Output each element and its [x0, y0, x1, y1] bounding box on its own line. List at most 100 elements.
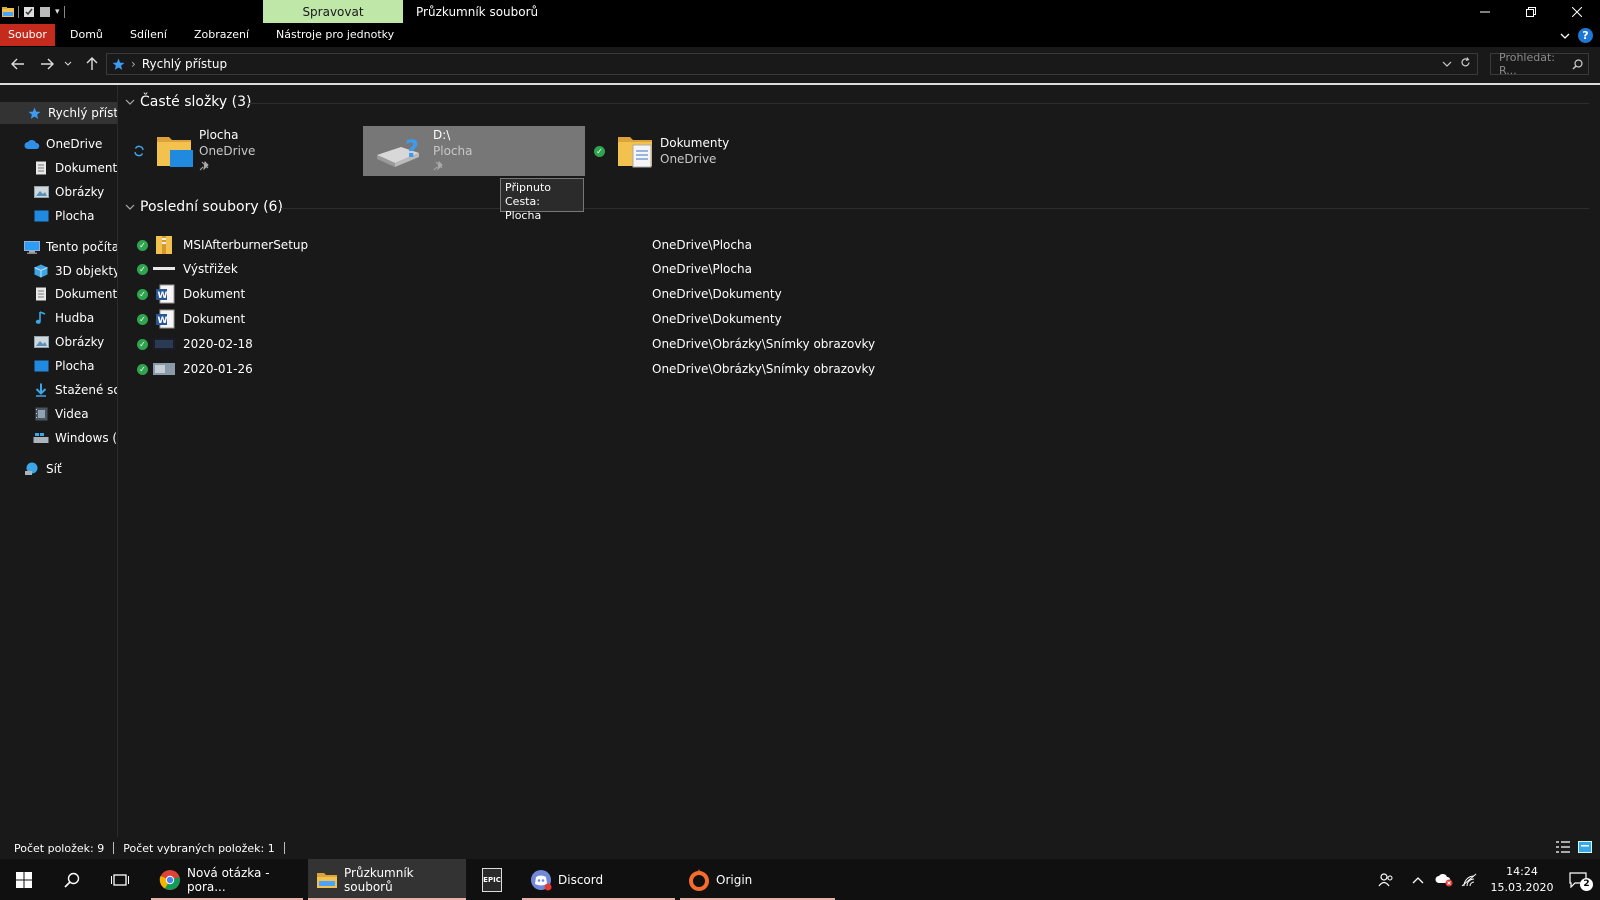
image-icon [153, 337, 175, 351]
nav-videos[interactable]: Videa [0, 403, 89, 425]
quick-access-toolbar: ▾ [0, 0, 65, 24]
breadcrumb-quick-access[interactable]: Rychlý přístup [142, 57, 227, 71]
nav-network[interactable]: Síť [0, 458, 62, 480]
nav-music[interactable]: Hudba [0, 307, 94, 329]
music-icon [33, 310, 49, 326]
search-placeholder: Prohledat: R... [1499, 51, 1555, 77]
pin-icon [433, 159, 472, 175]
recent-file-row[interactable]: ✓ W Dokument OneDrive\Dokumenty [133, 307, 1033, 331]
pin-icon [199, 159, 255, 175]
recent-file-row[interactable]: ✓ 2020-01-26 OneDrive\Obrázky\Snímky obr… [133, 357, 1033, 381]
new-folder-icon[interactable] [39, 6, 51, 18]
nav-windows-drive[interactable]: Windows (C:) [0, 427, 117, 449]
qat-separator [63, 6, 65, 18]
taskbar-app-label: Discord [558, 872, 604, 887]
properties-icon[interactable] [23, 6, 35, 18]
synced-check-icon: ✓ [137, 313, 148, 325]
help-button[interactable]: ? [1578, 24, 1593, 47]
nav-onedrive-documents[interactable]: Dokumenty [0, 157, 118, 179]
tile-subtitle: Plocha [433, 144, 473, 158]
refresh-button[interactable] [1460, 57, 1471, 71]
group-recent-files[interactable]: Poslední soubory (6) [125, 199, 283, 215]
recent-file-row[interactable]: ✓ W Dokument OneDrive\Dokumenty [133, 282, 1033, 306]
nav-onedrive[interactable]: OneDrive [0, 133, 102, 155]
wifi-icon [1461, 873, 1477, 886]
taskbar-app-origin[interactable]: Origin [680, 859, 835, 900]
star-icon [26, 105, 42, 121]
nav-pictures[interactable]: Obrázky [0, 331, 104, 353]
show-hidden-icons-button[interactable] [1408, 859, 1428, 900]
group-frequent-folders[interactable]: Časté složky (3) [125, 94, 251, 110]
forward-button[interactable] [37, 54, 57, 74]
tab-view[interactable]: Zobrazení [186, 24, 257, 46]
nav-3d-objects[interactable]: 3D objekty [0, 260, 118, 282]
taskbar-app-label: Nová otázka - pora... [187, 865, 270, 894]
document-icon [33, 160, 49, 176]
nav-this-pc[interactable]: Tento počítač [0, 236, 117, 258]
search-button[interactable] [48, 859, 96, 900]
minimize-button[interactable] [1462, 0, 1508, 24]
file-list-view[interactable]: Časté složky (3) Plocha OneDrive ? D:\ P… [119, 85, 1600, 837]
recent-file-row[interactable]: ✓ 2020-02-18 OneDrive\Obrázky\Snímky obr… [133, 332, 1033, 356]
tile-subtitle: OneDrive [660, 152, 717, 166]
tiles-view-button[interactable] [1578, 840, 1592, 856]
word-icon: W [155, 284, 175, 304]
nav-onedrive-pictures[interactable]: Obrázky [0, 181, 104, 203]
nav-label: OneDrive [46, 137, 103, 151]
cloud-icon [24, 136, 40, 152]
recent-file-row[interactable]: ✓ Výstřižek OneDrive\Plocha [133, 257, 1033, 281]
restore-button[interactable] [1508, 0, 1554, 24]
taskbar-app-discord[interactable]: Discord [522, 859, 675, 900]
search-input[interactable]: Prohledat: R... [1490, 51, 1589, 77]
nav-documents[interactable]: Dokumenty [0, 283, 117, 305]
windows-logo-icon [16, 871, 32, 888]
taskbar-app-chrome[interactable]: Nová otázka - pora... [151, 859, 303, 900]
tab-drive-tools[interactable]: Nástroje pro jednotky [268, 24, 402, 46]
tab-home[interactable]: Domů [62, 24, 111, 46]
nav-desktop[interactable]: Plocha [0, 355, 94, 377]
start-button[interactable] [0, 859, 48, 900]
taskbar-app-epic-games[interactable]: EPIC [472, 859, 512, 900]
nav-quick-access[interactable]: Rychlý přístup [0, 102, 117, 124]
tile-drive-d[interactable]: ? D:\ Plocha [363, 126, 585, 176]
task-view-button[interactable] [96, 859, 144, 900]
up-button[interactable] [82, 54, 102, 74]
clock-date: 15.03.2020 [1490, 880, 1554, 894]
clock[interactable]: 14:24 15.03.2020 [1484, 859, 1560, 900]
address-bar[interactable]: › Rychlý přístup [106, 53, 1478, 75]
nav-label: 3D objekty [55, 264, 118, 278]
customize-qat-icon[interactable]: ▾ [55, 7, 60, 17]
tab-share[interactable]: Sdílení [122, 24, 175, 46]
tile-documents[interactable]: ✓ Dokumenty OneDrive [594, 126, 814, 176]
close-button[interactable] [1554, 0, 1600, 24]
nav-label: Dokumenty [55, 161, 118, 175]
nav-onedrive-desktop[interactable]: Plocha [0, 205, 94, 227]
tile-desktop[interactable]: Plocha OneDrive [133, 126, 353, 176]
back-button[interactable] [8, 54, 28, 74]
chevron-up-icon [1412, 876, 1424, 883]
origin-icon [688, 868, 710, 891]
search-icon [64, 872, 80, 888]
nav-downloads[interactable]: Stažené soubory [0, 379, 117, 401]
onedrive-tray-button[interactable] [1432, 859, 1456, 900]
address-history-button[interactable] [1442, 57, 1452, 71]
network-tray-button[interactable] [1458, 859, 1480, 900]
tab-file[interactable]: Soubor [0, 24, 55, 46]
onedrive-error-icon [1435, 873, 1453, 886]
recent-locations-button[interactable] [62, 54, 74, 74]
people-button[interactable] [1372, 859, 1400, 900]
expand-ribbon-button[interactable] [1559, 24, 1571, 47]
details-view-button[interactable] [1556, 840, 1570, 856]
navigation-pane[interactable]: Rychlý přístup OneDrive Dokumenty Obrázk… [0, 85, 118, 837]
pictures-icon [33, 184, 49, 200]
file-path: OneDrive\Dokumenty [652, 312, 782, 326]
tooltip: Připnuto Cesta: Plocha [500, 178, 584, 222]
taskbar-app-explorer[interactable]: Průzkumník souborů [308, 859, 466, 900]
discord-icon [530, 869, 552, 891]
action-center-button[interactable]: 2 [1560, 859, 1596, 900]
recent-file-row[interactable]: ✓ MSIAfterburnerSetup OneDrive\Plocha [133, 233, 1033, 257]
zip-folder-icon [155, 235, 173, 255]
synced-check-icon: ✓ [137, 288, 148, 300]
context-tab-manage[interactable]: Spravovat [263, 0, 403, 23]
chevron-down-icon [1560, 33, 1570, 39]
